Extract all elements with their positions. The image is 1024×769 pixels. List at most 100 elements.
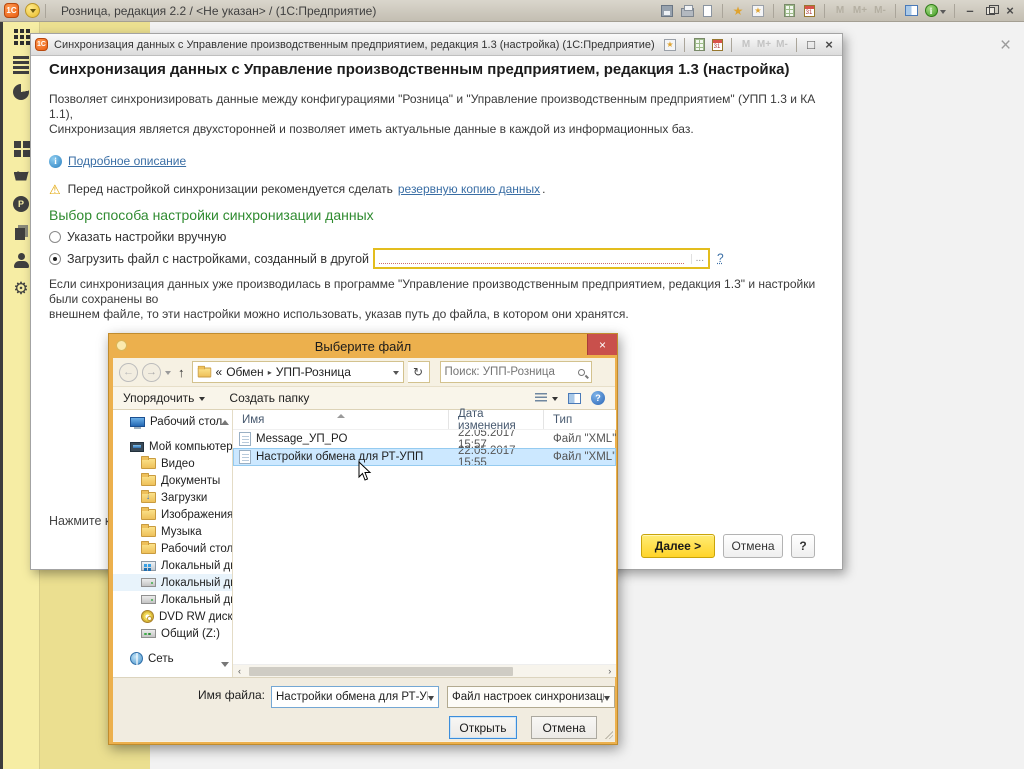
tree-item-documents[interactable]: Документы [113, 472, 232, 489]
lightbox-close-icon[interactable]: × [1000, 36, 1011, 55]
filename-value: Настройки обмена для РТ-УПП [276, 691, 428, 703]
dialog-cancel-button[interactable]: Отмена [531, 716, 597, 739]
calendar-button[interactable]: 31 [708, 36, 726, 54]
scroll-right-icon[interactable]: › [603, 665, 616, 678]
tree-item-dvd-drive[interactable]: DVD RW дисково [113, 608, 232, 625]
refresh-button[interactable]: ↻ [408, 361, 430, 383]
filetype-value: Файл настроек синхронизаци [452, 691, 604, 703]
tree-item-downloads[interactable]: Загрузки [113, 489, 232, 506]
divider [773, 4, 774, 18]
breadcrumb-part[interactable]: Обмен [226, 365, 264, 379]
sync-window-title: Синхронизация данных с Управление произв… [54, 39, 655, 51]
tree-item-local-drive[interactable]: Локальный диск [113, 591, 232, 608]
info-icon: i [49, 155, 62, 168]
resize-grip[interactable] [605, 731, 613, 739]
folder-tree: Рабочий стол Мой компьютер - Видео Докум… [113, 410, 233, 677]
print-button[interactable] [677, 2, 697, 20]
view-mode-menu[interactable] [535, 393, 558, 404]
organize-label: Упорядочить [123, 391, 194, 405]
breadcrumb[interactable]: « Обмен ▸ УПП-Розница [192, 361, 404, 383]
scroll-left-icon[interactable]: ‹ [233, 665, 246, 678]
cancel-button[interactable]: Отмена [723, 534, 783, 558]
close-button[interactable]: × [1000, 2, 1020, 20]
horizontal-scrollbar[interactable]: ‹ › [233, 664, 616, 677]
divider [731, 38, 732, 52]
tree-item-system-drive[interactable]: Локальный диск [113, 557, 232, 574]
print-preview-button[interactable] [697, 2, 717, 20]
settings-file-field[interactable]: ... [373, 248, 710, 269]
column-header-date[interactable]: Дата изменения [449, 410, 544, 429]
open-button[interactable]: Открыть [449, 716, 517, 739]
organize-menu[interactable]: Упорядочить [123, 391, 205, 405]
memory-mminus-button[interactable]: M- [870, 2, 890, 20]
calendar-button[interactable]: 31 [799, 2, 819, 20]
column-header-type[interactable]: Тип [544, 410, 616, 429]
divider [796, 38, 797, 52]
tree-item-desktop[interactable]: Рабочий стол [113, 413, 232, 430]
next-button[interactable]: Далее > [641, 534, 715, 558]
main-menu-button[interactable] [25, 3, 40, 18]
breadcrumb-part[interactable]: УПП-Розница [276, 365, 351, 379]
split-window-button[interactable] [901, 2, 921, 20]
tree-item-music[interactable]: Музыка [113, 523, 232, 540]
settings-file-input[interactable] [375, 250, 691, 267]
add-favorite-icon[interactable]: ★ [728, 2, 748, 20]
backup-link[interactable]: резервную копию данных [398, 182, 540, 196]
restore-button[interactable] [980, 2, 1000, 20]
favorites-icon[interactable]: ★ [661, 36, 679, 54]
calculator-button[interactable] [690, 36, 708, 54]
radio-manual-settings[interactable]: Указать настройки вручную [49, 230, 226, 244]
radio-circle[interactable] [49, 231, 61, 243]
details-link[interactable]: Подробное описание [68, 154, 186, 168]
combo-caret-icon [428, 696, 434, 704]
close-button[interactable]: × [820, 36, 838, 54]
section-heading: Выбор способа настройки синхронизации да… [49, 207, 374, 223]
history-caret-icon[interactable] [165, 371, 171, 378]
tree-item-computer[interactable]: Мой компьютер - [113, 438, 232, 455]
forward-button[interactable]: → [142, 363, 161, 382]
tree-item-pictures[interactable]: Изображения [113, 506, 232, 523]
browse-dots-button[interactable]: ... [691, 254, 708, 264]
tree-item-desktop-folder[interactable]: Рабочий стол [113, 540, 232, 557]
tree-scroll-down-icon[interactable] [221, 662, 229, 671]
minimize-button[interactable]: – [960, 2, 980, 20]
calculator-button[interactable] [779, 2, 799, 20]
dialog-close-button[interactable]: × [587, 334, 617, 355]
new-folder-button[interactable]: Создать папку [229, 391, 309, 405]
dialog-help-icon[interactable]: ? [591, 391, 605, 405]
note-paragraph: Если синхронизация данных уже производил… [49, 277, 844, 322]
search-input[interactable] [445, 366, 578, 378]
memory-m-button[interactable]: M [737, 36, 755, 54]
tree-scroll-up-icon[interactable] [221, 416, 229, 425]
filename-combo[interactable]: Настройки обмена для РТ-УПП [271, 686, 439, 708]
field-help-link[interactable]: ? [717, 251, 724, 265]
tree-item-shared-drive[interactable]: Общий (Z:) [113, 625, 232, 642]
breadcrumb-caret-icon[interactable] [393, 371, 399, 378]
dialog-titlebar: Выберите файл × [109, 334, 617, 358]
search-box[interactable] [440, 361, 592, 383]
favorites-icon[interactable]: ★ [748, 2, 768, 20]
preview-pane-icon[interactable] [568, 393, 581, 404]
file-row-selected[interactable]: Настройки обмена для РТ-УПП 22.05.2017 1… [233, 448, 616, 466]
help-button[interactable]: ? [791, 534, 815, 558]
tree-item-local-drive[interactable]: Локальный диск [113, 574, 232, 591]
sort-ascending-icon[interactable] [337, 410, 345, 418]
tree-item-videos[interactable]: Видео [113, 455, 232, 472]
memory-mplus-button[interactable]: M+ [755, 36, 773, 54]
maximize-button[interactable]: □ [802, 36, 820, 54]
file-picker-dialog: Выберите файл × ← → ↑ « Обмен ▸ УПП-Розн… [108, 333, 618, 745]
up-button[interactable]: ↑ [178, 365, 185, 380]
dialog-footer: Имя файла: Настройки обмена для РТ-УПП Ф… [113, 677, 615, 741]
filetype-combo[interactable]: Файл настроек синхронизаци [447, 686, 615, 708]
info-menu-button[interactable]: i [921, 2, 949, 20]
memory-m-button[interactable]: M [830, 2, 850, 20]
memory-mminus-button[interactable]: M- [773, 36, 791, 54]
intro-paragraph: Позволяет синхронизировать данные между … [49, 92, 839, 137]
radio-circle-selected[interactable] [49, 253, 61, 265]
file-row[interactable]: Message_УП_РО 22.05.2017 15:57 Файл "XML… [233, 430, 616, 448]
memory-mplus-button[interactable]: M+ [850, 2, 870, 20]
back-button[interactable]: ← [119, 363, 138, 382]
tree-item-network[interactable]: Сеть [113, 650, 232, 667]
scrollbar-thumb[interactable] [249, 667, 513, 676]
save-button[interactable] [657, 2, 677, 20]
